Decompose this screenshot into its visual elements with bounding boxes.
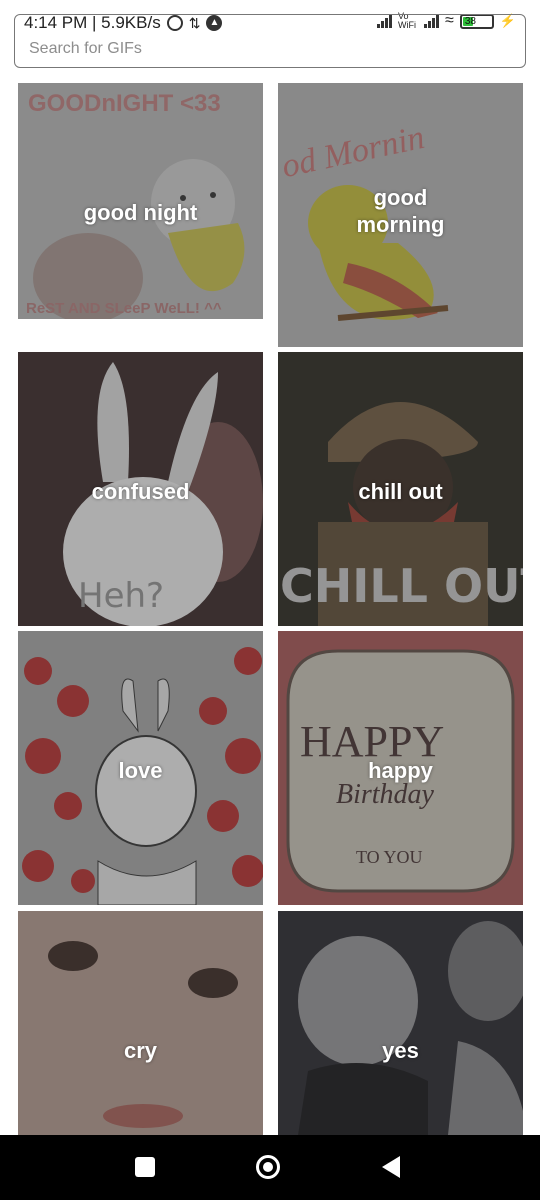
- gif-tile-good-night[interactable]: GOODnIGHT <33 ReST AND SLeeP WeLL! ^^ go…: [18, 83, 263, 319]
- gif-tile-confused[interactable]: Heh? confused: [18, 352, 263, 626]
- search-input[interactable]: [27, 37, 511, 61]
- search-box[interactable]: [14, 14, 526, 68]
- home-button[interactable]: [256, 1155, 280, 1179]
- gif-label: yes: [382, 1038, 419, 1063]
- recents-button[interactable]: [135, 1157, 155, 1177]
- gif-tile-happy[interactable]: HAPPY Birthday TO YOU happy: [278, 631, 523, 905]
- gif-label: love: [118, 758, 163, 783]
- back-button[interactable]: [382, 1156, 400, 1178]
- gif-tile-love[interactable]: love: [18, 631, 263, 905]
- tile-overlay: [278, 911, 523, 1135]
- gif-label: chill out: [358, 479, 443, 504]
- gif-label: good morning: [356, 185, 445, 237]
- tile-overlay: [18, 911, 263, 1135]
- gif-label: confused: [91, 479, 190, 504]
- gif-label: happy: [368, 758, 433, 783]
- gif-tile-good-morning[interactable]: od Mornin good morning: [278, 83, 523, 347]
- gif-grid: GOODnIGHT <33 ReST AND SLeeP WeLL! ^^ go…: [18, 83, 523, 1135]
- gif-tile-chill-out[interactable]: CHILL OUT! chill out: [278, 352, 523, 626]
- gif-tile-cry[interactable]: cry: [18, 911, 263, 1135]
- gif-label: cry: [123, 1038, 158, 1063]
- system-nav-bar: [0, 1135, 540, 1200]
- gif-tile-yes[interactable]: yes: [278, 911, 523, 1135]
- gif-label: good night: [83, 200, 198, 225]
